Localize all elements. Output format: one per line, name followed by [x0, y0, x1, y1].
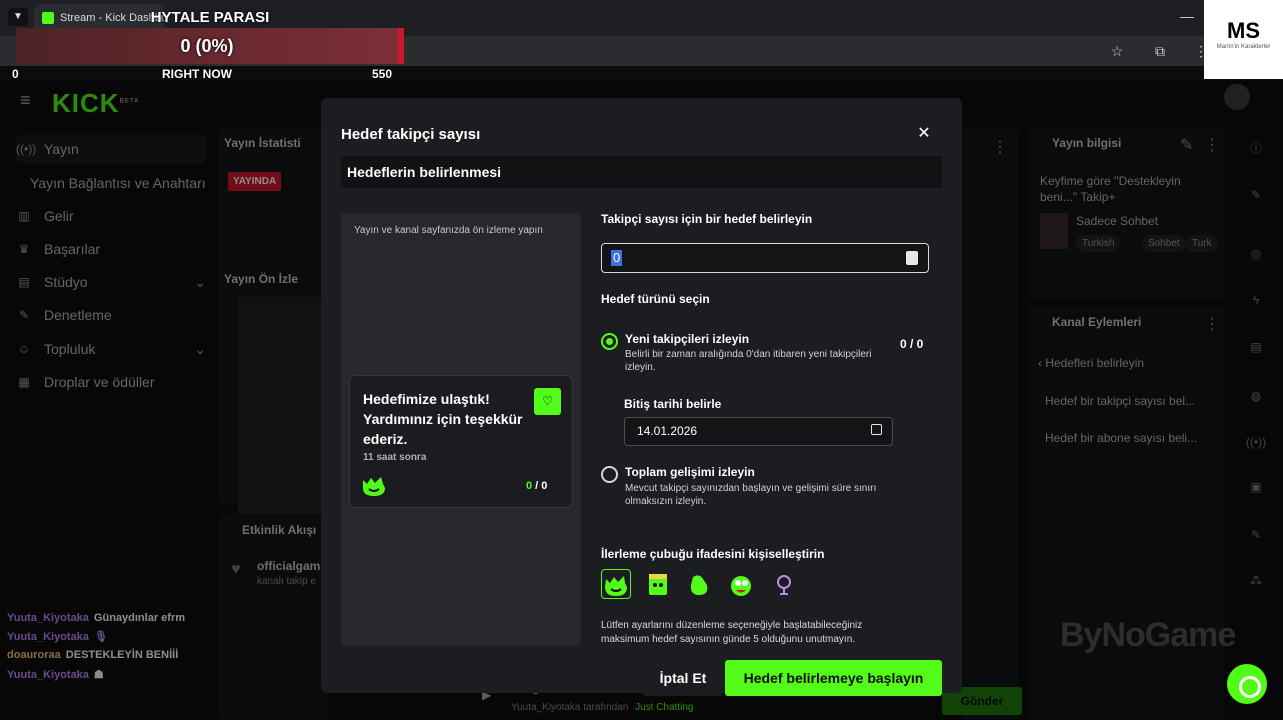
style-blob-icon[interactable] [685, 571, 713, 599]
style-label: İlerleme çubuğu ifadesini kişiselleştiri… [601, 547, 825, 561]
cancel-button[interactable]: İptal Et [644, 660, 722, 696]
goal-min: 0 [12, 67, 19, 81]
goal-max: 550 [372, 67, 393, 81]
preview-label: Yayın ve kanal sayfanızda ön izleme yapı… [354, 225, 543, 236]
card-title: Hedefimize ulaştık! Yardımınız için teşe… [363, 391, 523, 447]
heart-icon: ♡ [534, 388, 561, 415]
number-stepper[interactable] [906, 251, 918, 265]
card-count: 0 / 0 [526, 480, 547, 492]
option-new-followers-title: Yeni takipçileri izleyin [625, 332, 750, 346]
option-new-followers-count: 0 / 0 [900, 337, 924, 351]
preview-panel: Yayın ve kanal sayfanızda ön izleme yapı… [341, 213, 581, 646]
radio-total-growth[interactable] [601, 466, 618, 483]
limit-note: Lütfen ayarlarını düzenleme seçeneğiyle … [601, 620, 863, 645]
chevron-down-icon[interactable]: ▼ [8, 8, 28, 26]
goal-value: 0 (0%) [180, 36, 234, 56]
close-icon[interactable]: ✕ [914, 124, 934, 144]
goal-preview-card: Hedefimize ulaştık! Yardımınız için teşe… [349, 375, 573, 508]
start-goal-button[interactable]: Hedef belirlemeye başlayın [725, 660, 942, 696]
help-icon[interactable] [1227, 664, 1267, 704]
section-header: Hedeflerin belirlenmesi [341, 156, 942, 188]
option-total-growth-title: Toplam gelişimi izleyin [625, 465, 755, 479]
kick-mascot-icon [363, 477, 385, 496]
style-mascot-icon[interactable] [602, 571, 630, 599]
channel-logo: MS Marrin'in Karakterler [1204, 0, 1283, 79]
logo-sub: Marrin'in Karakterler [1216, 44, 1271, 50]
goal-input-value: 0 [611, 250, 623, 266]
option-total-growth-desc: Mevcut takipçi sayınızdan başlayın ve ge… [625, 483, 877, 507]
end-date-value: 14.01.2026 [637, 424, 698, 438]
calendar-icon[interactable] [871, 424, 882, 435]
radio-new-followers[interactable] [601, 333, 618, 350]
style-trophy-icon[interactable] [770, 571, 798, 599]
star-icon[interactable]: ☆ [1106, 43, 1128, 60]
kick-favicon-icon [42, 12, 54, 24]
style-box-icon[interactable] [644, 571, 672, 599]
option-new-followers-desc: Belirli bir zaman aralığında 0'dan itiba… [625, 349, 872, 373]
card-count-total: / 0 [532, 480, 548, 492]
end-date-label: Bitiş tarihi belirle [624, 397, 722, 411]
type-label: Hedef türünü seçin [601, 292, 710, 306]
goal-label: RIGHT NOW [162, 67, 232, 81]
goal-modal: Hedef takipçi sayısı ✕ Hedeflerin belirl… [321, 98, 962, 696]
card-time: 11 saat sonra [363, 452, 427, 463]
modal-title: Hedef takipçi sayısı [341, 126, 481, 143]
goal-title: HYTALE PARASI [150, 9, 270, 26]
goal-count-input[interactable] [601, 243, 929, 273]
style-face-icon[interactable] [727, 571, 755, 599]
goal-label: Takipçi sayısı için bir hedef belirleyin [601, 212, 813, 226]
extensions-icon[interactable]: ⧉ [1149, 43, 1171, 60]
minimize-icon[interactable]: — [1176, 8, 1198, 24]
logo-text: MS [1227, 18, 1260, 43]
